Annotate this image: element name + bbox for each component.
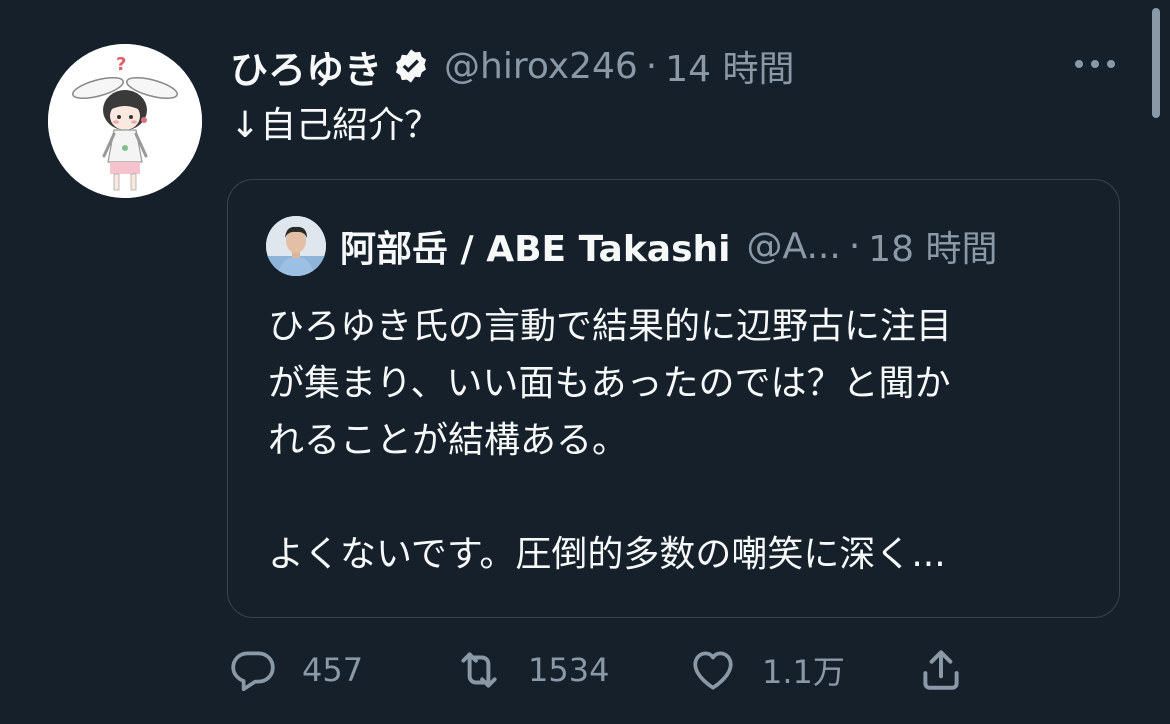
- tweet[interactable]: ? ひろゆき @hirox246 · 14 時間 ↓自己紹介？ 阿部岳 / AB…: [0, 0, 1170, 724]
- reply-button[interactable]: 457: [228, 640, 363, 700]
- quoted-text-line: れることが結構ある。: [268, 420, 629, 461]
- quoted-avatar-photo: [266, 216, 326, 276]
- author-avatar[interactable]: ?: [48, 44, 202, 198]
- tweet-timestamp[interactable]: 14 時間: [665, 40, 794, 92]
- retweet-count: 1534: [528, 651, 610, 689]
- tweet-header: ひろゆき @hirox246 · 14 時間: [230, 38, 795, 94]
- quoted-tweet-header: 阿部岳 / ABE Takashi @A... · 18 時間: [340, 218, 998, 274]
- author-handle[interactable]: @hirox246: [444, 46, 638, 87]
- heart-icon: [693, 651, 733, 690]
- like-button[interactable]: 1.1万: [688, 640, 845, 700]
- reply-icon: [231, 651, 275, 692]
- action-bar: 457 1534 1.1万: [228, 640, 988, 700]
- quoted-text-line: が集まり、いい面もあったのでは？と聞か: [268, 363, 951, 404]
- svg-text:?: ?: [116, 54, 126, 75]
- retweet-button[interactable]: 1534: [454, 640, 609, 700]
- share-button[interactable]: [916, 640, 966, 700]
- share-icon: [923, 650, 959, 690]
- quoted-author-handle[interactable]: @A...: [746, 226, 840, 267]
- quoted-tweet-text: ひろゆき氏の言動で結果的に辺野古に注目 が集まり、いい面もあったのでは？と聞か …: [268, 298, 1098, 583]
- quoted-text-line: ひろゆき氏の言動で結果的に辺野古に注目: [268, 306, 953, 347]
- more-options-icon[interactable]: [1072, 54, 1118, 74]
- quoted-separator-dot: ·: [848, 225, 861, 267]
- quoted-text-blank-line: [268, 469, 1098, 526]
- scrollbar[interactable]: [1152, 8, 1160, 118]
- avatar-illustration: ?: [48, 44, 202, 198]
- reply-count: 457: [302, 651, 364, 689]
- quoted-text-line: よくないです。圧倒的多数の嘲笑に深く...: [268, 534, 946, 575]
- quoted-tweet[interactable]: 阿部岳 / ABE Takashi @A... · 18 時間 ひろゆき氏の言動…: [227, 179, 1120, 618]
- quoted-author-avatar[interactable]: [266, 216, 326, 276]
- quoted-tweet-timestamp[interactable]: 18 時間: [868, 220, 997, 272]
- author-display-name[interactable]: ひろゆき: [230, 39, 382, 94]
- tweet-text: ↓自己紹介？: [230, 105, 441, 146]
- like-count: 1.1万: [762, 653, 845, 691]
- verified-badge-icon: [395, 49, 427, 83]
- separator-dot: ·: [645, 45, 658, 87]
- quoted-author-display-name[interactable]: 阿部岳 / ABE Takashi: [340, 220, 730, 272]
- retweet-icon: [461, 652, 497, 688]
